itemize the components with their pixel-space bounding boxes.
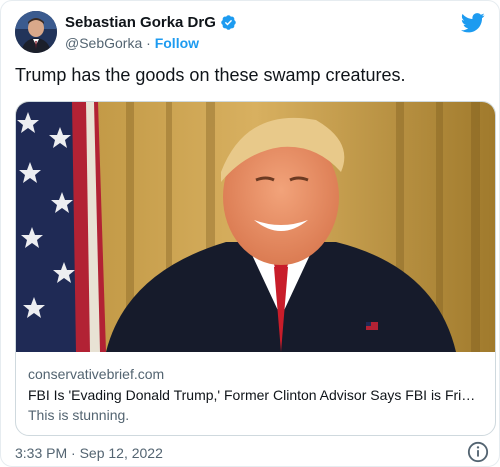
- info-icon[interactable]: [467, 441, 489, 463]
- author-name-row: Sebastian Gorka DrG: [65, 14, 237, 31]
- separator-dot: ·: [146, 35, 151, 51]
- author-name[interactable]: Sebastian Gorka DrG: [65, 14, 216, 31]
- verified-badge-icon: [221, 15, 236, 30]
- card-title: FBI Is 'Evading Donald Trump,' Former Cl…: [28, 387, 483, 403]
- link-card[interactable]: conservativebrief.com FBI Is 'Evading Do…: [15, 101, 496, 436]
- card-description: This is stunning.: [28, 407, 130, 423]
- card-text: conservativebrief.com FBI Is 'Evading Do…: [28, 365, 483, 424]
- twitter-bird-icon[interactable]: [461, 13, 485, 33]
- card-domain: conservativebrief.com: [28, 366, 165, 382]
- follow-button[interactable]: Follow: [155, 35, 199, 51]
- avatar-image: [15, 11, 57, 53]
- tweet-text: Trump has the goods on these swamp creat…: [15, 65, 406, 85]
- avatar[interactable]: [15, 11, 57, 53]
- author-handle[interactable]: @SebGorka: [65, 35, 142, 51]
- card-photo: [16, 102, 495, 352]
- tweet-timestamp[interactable]: 3:33 PM · Sep 12, 2022: [15, 445, 163, 461]
- tweet-embed: Sebastian Gorka DrG @SebGorka · Follow T…: [0, 0, 500, 467]
- author-handle-row: @SebGorka · Follow: [65, 35, 199, 51]
- card-image: [16, 102, 495, 352]
